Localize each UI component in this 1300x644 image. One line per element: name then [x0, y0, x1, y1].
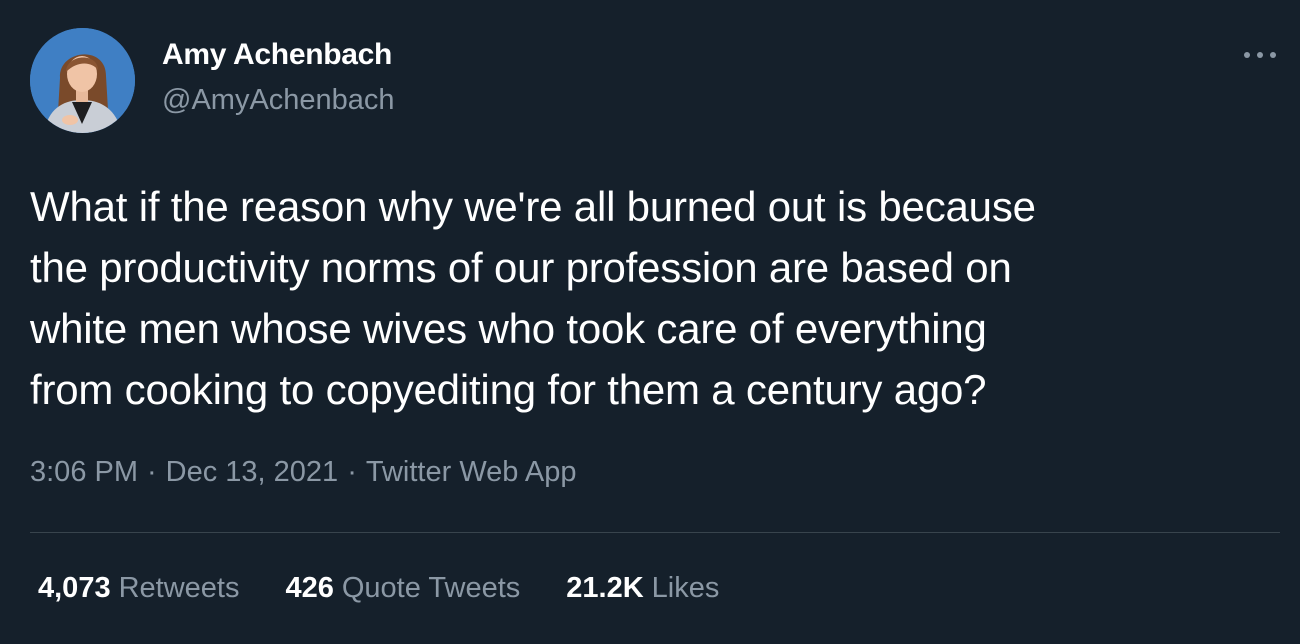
author-avatar[interactable] [30, 28, 135, 133]
tweet-metadata: 3:06 PM · Dec 13, 2021 · Twitter Web App [30, 456, 576, 489]
retweets-stat[interactable]: 4,073 Retweets [38, 572, 239, 605]
quote-tweets-count: 426 [285, 572, 334, 604]
profile-photo-icon [30, 28, 135, 133]
quote-tweets-stat[interactable]: 426 Quote Tweets [285, 572, 520, 605]
likes-count: 21.2K [566, 572, 644, 604]
author-handle[interactable]: @AmyAchenbach [162, 84, 395, 117]
tweet-text-line: the productivity norms of our profession… [30, 244, 1012, 291]
likes-stat[interactable]: 21.2K Likes [566, 572, 719, 605]
tweet-date[interactable]: Dec 13, 2021 [166, 456, 339, 488]
tweet-stats: 4,073 Retweets 426 Quote Tweets 21.2K Likes [38, 572, 719, 605]
tweet-text-line: from cooking to copyediting for them a c… [30, 366, 987, 413]
tweet-time[interactable]: 3:06 PM [30, 456, 138, 488]
ellipsis-icon [1244, 52, 1276, 58]
author-display-name[interactable]: Amy Achenbach [162, 38, 392, 72]
tweet-source[interactable]: Twitter Web App [366, 456, 577, 488]
retweets-label: Retweets [118, 572, 240, 604]
tweet-text-line: What if the reason why we're all burned … [30, 183, 1036, 230]
retweets-count: 4,073 [38, 572, 111, 604]
tweet-text: What if the reason why we're all burned … [30, 176, 1280, 420]
likes-label: Likes [651, 572, 720, 604]
tweet-card: Amy Achenbach @AmyAchenbach What if the … [0, 0, 1300, 644]
more-options-button[interactable] [1238, 40, 1282, 70]
meta-separator: · [347, 456, 357, 488]
tweet-text-line: white men whose wives who took care of e… [30, 305, 987, 352]
divider [30, 532, 1280, 533]
meta-separator: · [147, 456, 157, 488]
quote-tweets-label: Quote Tweets [341, 572, 521, 604]
